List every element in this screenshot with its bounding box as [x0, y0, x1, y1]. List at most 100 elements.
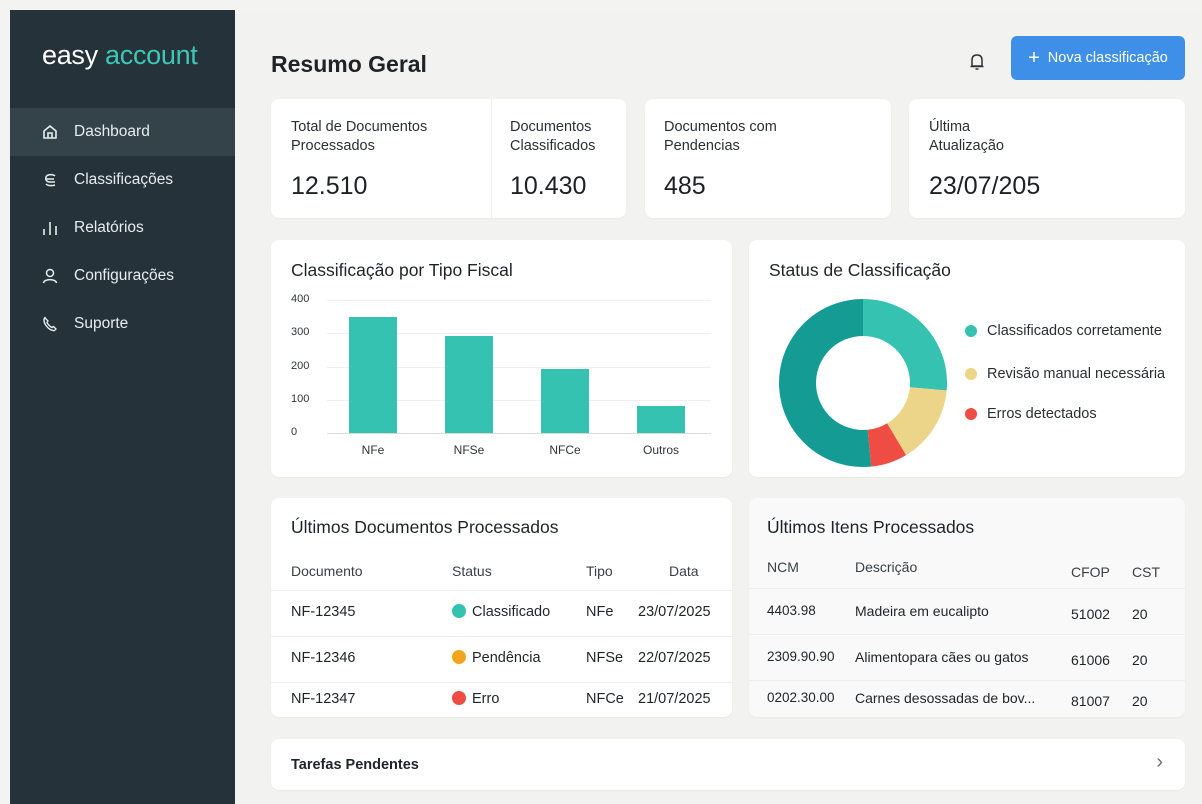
- tasks-title: Tarefas Pendentes: [291, 757, 419, 773]
- kpi-value-total: 12.510: [291, 172, 368, 200]
- donut-slice-classificados[interactable]: [863, 299, 947, 391]
- sidebar-item-dashboard[interactable]: Dashboard: [10, 108, 235, 156]
- donut-slice-classificados[interactable]: [779, 299, 872, 467]
- docs-header-data: Data: [669, 563, 699, 579]
- new-classification-label: Nova classificação: [1047, 50, 1168, 66]
- table-row[interactable]: NF-12347 Erro NFCe 21/07/2025: [271, 683, 732, 717]
- warning-circle-icon: [452, 650, 466, 664]
- table-row[interactable]: NF-12345 Classificado NFe 23/07/2025: [271, 591, 732, 636]
- sidebar-item-suporte[interactable]: Suporte: [10, 300, 235, 348]
- x-tick-label: NFCe: [549, 443, 581, 457]
- sidebar-item-relatorios[interactable]: Relatórios: [10, 204, 235, 252]
- kpi-value-classificados: 10.430: [510, 172, 587, 200]
- doc-status: Classificado: [452, 604, 550, 620]
- legend-item-revisao: Revisão manual necessária: [965, 366, 1165, 382]
- legend-dot: [965, 408, 977, 420]
- doc-status-label: Classificado: [472, 604, 551, 620]
- x-tick-label: NFe: [361, 443, 385, 457]
- donut-chart: [779, 299, 947, 467]
- phone-icon: [41, 315, 59, 333]
- sidebar-item-classificacoes[interactable]: Classificações: [10, 156, 235, 204]
- kpi-card-atualizacao: Última Atualização 23/07/205: [909, 99, 1185, 218]
- table-row[interactable]: 4403.98 Madeira em eucalipto 51002 20: [749, 589, 1185, 634]
- table-row[interactable]: NF-12346 Pendência NFSe 22/07/2025: [271, 637, 732, 682]
- bar-nfce[interactable]: [541, 369, 589, 433]
- legend-item-classificados: Classificados corretamente: [965, 323, 1162, 339]
- doc-id: NF-12346: [291, 650, 356, 666]
- items-header-cst: CST: [1132, 564, 1160, 580]
- doc-status: Erro: [452, 691, 499, 707]
- kpi-label-total: Total de Documentos Processados: [291, 119, 428, 154]
- bar-chart-card: Classificação por Tipo Fiscal 400 300 200 1…: [271, 240, 732, 477]
- item-ncm: 2309.90.90: [767, 649, 835, 664]
- kpi-label-pendencias: Documentos com Pendencias: [664, 119, 777, 154]
- item-descricao: Madeira em eucalipto: [855, 603, 989, 619]
- kpi-value-atualizacao: 23/07/205: [929, 172, 1041, 200]
- y-tick-label: 100: [291, 392, 310, 405]
- bar-nfe[interactable]: [349, 316, 397, 433]
- error-circle-icon: [452, 691, 466, 705]
- doc-data: 23/07/2025: [638, 604, 711, 620]
- sidebar-item-label: Dashboard: [74, 123, 150, 140]
- sidebar-item-label: Configurações: [74, 267, 174, 284]
- logo[interactable]: easy account: [42, 40, 198, 71]
- docs-table-card: Últimos Documentos Processados Documento…: [271, 498, 732, 717]
- sidebar-nav: Dashboard Classificações Relatórios Conf…: [10, 108, 235, 348]
- y-tick-label: 0: [291, 426, 298, 438]
- legend-label: Classificados corretamente: [987, 323, 1162, 339]
- bar-nfse[interactable]: [445, 335, 493, 433]
- docs-header-status: Status: [452, 563, 492, 579]
- kpi-label-classificados: Documentos Classificados: [510, 119, 596, 154]
- user-icon: [41, 267, 59, 285]
- item-cfop: 51002: [1071, 606, 1110, 622]
- sidebar-item-label: Relatórios: [74, 219, 144, 236]
- kpi-value-pendencias: 485: [664, 172, 706, 200]
- item-cst: 20: [1132, 652, 1148, 668]
- item-ncm: 0202.30.00: [767, 690, 835, 705]
- doc-data: 22/07/2025: [638, 650, 711, 666]
- doc-status-label: Pendência: [472, 650, 541, 666]
- bar-chart: 400 300 200 100 0 NFe NFSe NFCe Outros: [271, 240, 732, 477]
- docs-header-documento: Documento: [291, 563, 363, 579]
- doc-data: 21/07/2025: [638, 691, 711, 707]
- y-tick-label: 300: [291, 326, 310, 339]
- kpi-card-pendencias: Documentos com Pendencias 485: [645, 99, 891, 218]
- check-circle-icon: [452, 604, 466, 618]
- table-row[interactable]: 0202.30.00 Carnes desossadas de bov... 8…: [749, 681, 1185, 717]
- items-header-descricao: Descrição: [855, 559, 918, 575]
- chevron-right-icon[interactable]: ›: [1156, 751, 1163, 774]
- docs-table-title: Últimos Documentos Processados: [291, 517, 559, 537]
- logo-text-b: account: [105, 40, 198, 70]
- legend-dot: [965, 325, 977, 337]
- donut-chart-card: Status de Classificação Classificados co…: [749, 240, 1185, 477]
- item-descricao: Alimentopara cães ou gatos: [855, 649, 1029, 665]
- tag-icon: [41, 171, 59, 189]
- item-ncm: 4403.98: [767, 603, 816, 618]
- doc-id: NF-12345: [291, 604, 356, 620]
- home-icon: [41, 123, 59, 141]
- page-title: Resumo Geral: [271, 51, 427, 77]
- item-cst: 20: [1132, 693, 1148, 709]
- tasks-panel[interactable]: Tarefas Pendentes ›: [271, 739, 1185, 790]
- items-header-ncm: NCM: [767, 559, 799, 575]
- kpi-divider: [491, 99, 492, 218]
- plus-icon: +: [1028, 46, 1040, 69]
- new-classification-button[interactable]: + Nova classificação: [1011, 36, 1185, 80]
- item-descricao: Carnes desossadas de bov...: [855, 690, 1036, 706]
- sidebar: easy account Dashboard Classificações Re…: [10, 10, 235, 804]
- bar-outros[interactable]: [637, 405, 685, 433]
- item-cst: 20: [1132, 606, 1148, 622]
- docs-header-tipo: Tipo: [586, 563, 613, 579]
- items-header-cfop: CFOP: [1071, 564, 1110, 580]
- y-tick-label: 200: [291, 359, 310, 372]
- sidebar-item-label: Classificações: [74, 171, 174, 188]
- sidebar-item-configuracoes[interactable]: Configurações: [10, 252, 235, 300]
- table-row[interactable]: 2309.90.90 Alimentopara cães ou gatos 61…: [749, 635, 1185, 680]
- doc-id: NF-12347: [291, 691, 356, 707]
- bell-icon[interactable]: [967, 51, 987, 73]
- items-table-card: Últimos Itens Processados NCM Descrição …: [749, 498, 1185, 717]
- x-tick-label: NFSe: [453, 443, 485, 457]
- bar-chart-icon: [41, 219, 59, 237]
- doc-tipo: NFe: [586, 604, 614, 620]
- y-tick-label: 400: [291, 293, 310, 305]
